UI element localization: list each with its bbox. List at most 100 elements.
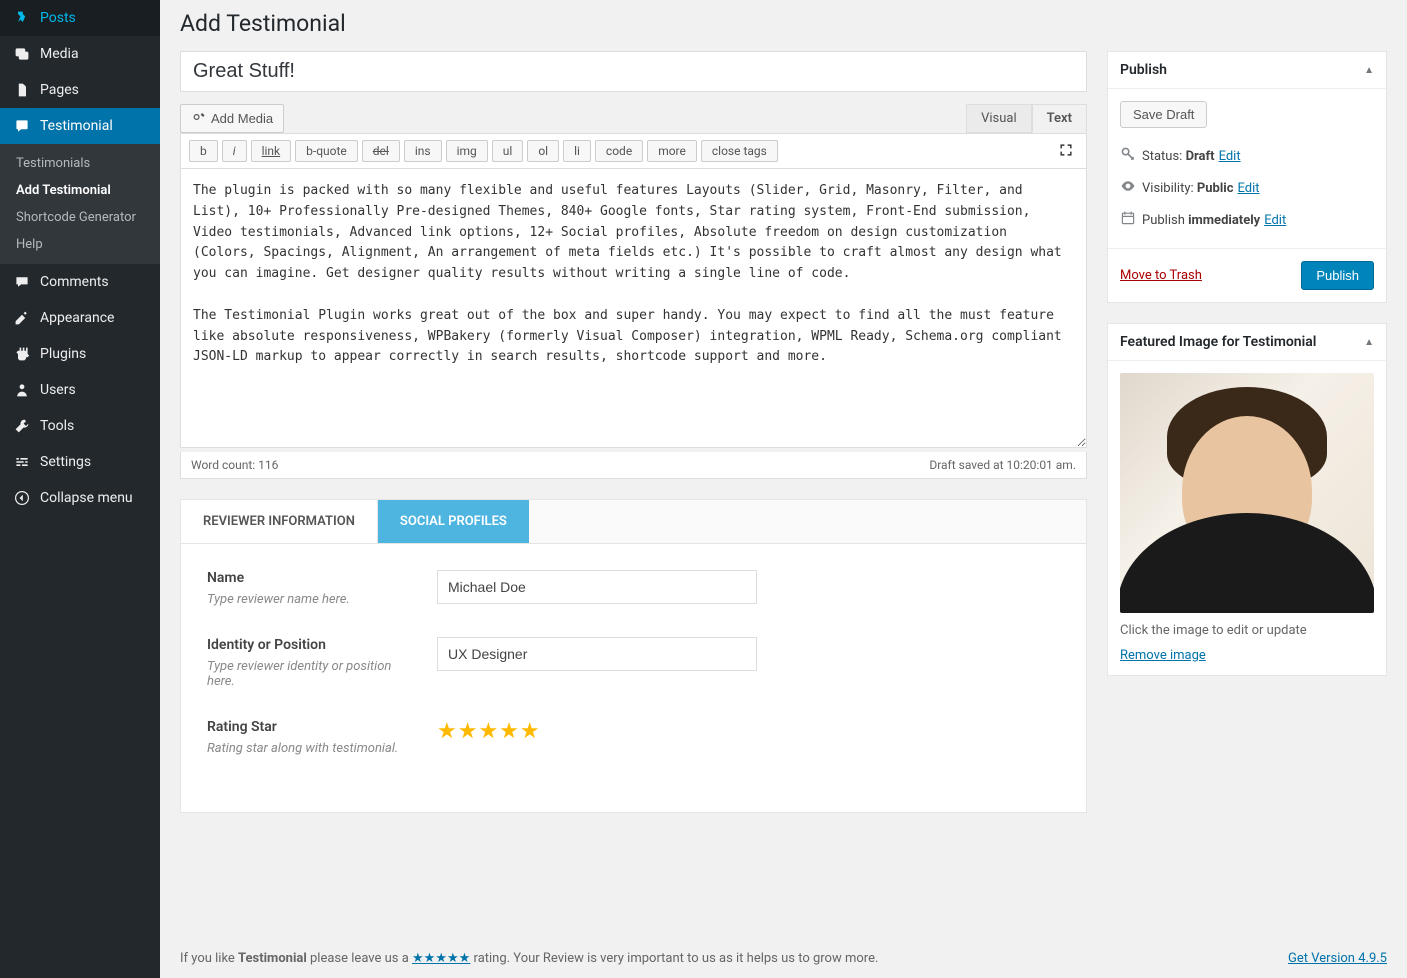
menu-pages[interactable]: Pages — [0, 72, 160, 108]
save-draft-button[interactable]: Save Draft — [1120, 101, 1207, 128]
admin-sidebar: Posts Media Pages Testimonial Testimonia… — [0, 0, 160, 978]
menu-label: Users — [40, 382, 76, 398]
footer-mid1: please leave us a — [307, 951, 412, 966]
qt-img[interactable]: img — [446, 140, 488, 162]
edit-status-link[interactable]: Edit — [1219, 149, 1241, 164]
qt-code[interactable]: code — [595, 140, 643, 162]
reviewer-name-input[interactable] — [437, 570, 757, 604]
settings-icon — [12, 452, 32, 472]
content-editor[interactable] — [180, 168, 1087, 448]
menu-label: Tools — [40, 418, 74, 434]
fullscreen-button[interactable] — [1054, 140, 1078, 164]
appearance-icon — [12, 308, 32, 328]
add-media-button[interactable]: Add Media — [180, 104, 284, 133]
reviewer-metabox: REVIEWER INFORMATION SOCIAL PROFILES Nam… — [180, 499, 1087, 813]
qt-close-tags[interactable]: close tags — [701, 140, 778, 162]
toggle-publish-box[interactable]: ▲ — [1364, 65, 1374, 76]
word-count: Word count: 116 — [191, 458, 278, 472]
menu-users[interactable]: Users — [0, 372, 160, 408]
schedule-label: Publish — [1142, 213, 1185, 228]
tab-social-profiles[interactable]: SOCIAL PROFILES — [378, 500, 529, 543]
menu-posts[interactable]: Posts — [0, 0, 160, 36]
edit-schedule-link[interactable]: Edit — [1264, 213, 1286, 228]
add-media-label: Add Media — [211, 111, 273, 126]
submenu-testimonials[interactable]: Testimonials — [0, 150, 160, 177]
remove-image-link[interactable]: Remove image — [1120, 648, 1206, 663]
identity-label: Identity or Position — [207, 637, 417, 653]
status-label: Status: — [1142, 149, 1182, 164]
menu-settings[interactable]: Settings — [0, 444, 160, 480]
menu-appearance[interactable]: Appearance — [0, 300, 160, 336]
featured-image[interactable] — [1120, 373, 1374, 613]
qt-ol[interactable]: ol — [527, 140, 559, 162]
media-icon — [12, 44, 32, 64]
qt-del[interactable]: del — [362, 140, 400, 162]
footer-mid2: rating. Your Review is very important to… — [470, 951, 878, 966]
featured-heading: Featured Image for Testimonial — [1120, 334, 1316, 350]
footer-note: If you like Testimonial please leave us … — [180, 951, 1387, 966]
submenu-help[interactable]: Help — [0, 231, 160, 258]
qt-li[interactable]: li — [563, 140, 591, 162]
rating-desc: Rating star along with testimonial. — [207, 741, 417, 756]
menu-label: Plugins — [40, 346, 86, 362]
submenu-add-testimonial[interactable]: Add Testimonial — [0, 177, 160, 204]
qt-bquote[interactable]: b-quote — [295, 140, 358, 162]
tools-icon — [12, 416, 32, 436]
menu-label: Pages — [40, 82, 79, 98]
move-to-trash-link[interactable]: Move to Trash — [1120, 268, 1202, 283]
menu-testimonial[interactable]: Testimonial — [0, 108, 160, 144]
qt-italic[interactable]: i — [222, 140, 247, 162]
key-icon — [1120, 146, 1140, 166]
qt-ul[interactable]: ul — [492, 140, 524, 162]
visibility-label: Visibility: — [1142, 181, 1194, 196]
testimonial-icon — [12, 116, 32, 136]
quicktags-toolbar: b i link b-quote del ins img ul ol li co… — [180, 133, 1087, 168]
footer-stars-link[interactable]: ★★★★★ — [412, 951, 470, 966]
calendar-icon — [1120, 210, 1140, 230]
pin-icon — [12, 8, 32, 28]
menu-label: Settings — [40, 454, 91, 470]
menu-plugins[interactable]: Plugins — [0, 336, 160, 372]
rating-stars[interactable]: ★★★★★ — [437, 719, 1060, 744]
menu-label: Posts — [40, 10, 76, 26]
main-content: Add Testimonial Add Media Visual Text b … — [160, 0, 1407, 978]
edit-visibility-link[interactable]: Edit — [1238, 181, 1260, 196]
qt-link[interactable]: link — [251, 140, 292, 162]
editor-tabs: Visual Text — [966, 104, 1087, 133]
tab-reviewer-info[interactable]: REVIEWER INFORMATION — [181, 500, 378, 543]
get-version-link[interactable]: Get Version 4.9.5 — [1288, 951, 1387, 966]
menu-collapse[interactable]: Collapse menu — [0, 480, 160, 516]
tab-visual[interactable]: Visual — [966, 104, 1032, 133]
reviewer-identity-input[interactable] — [437, 637, 757, 671]
save-status: Draft saved at 10:20:01 am. — [929, 458, 1076, 472]
tab-text[interactable]: Text — [1032, 104, 1087, 133]
qt-ins[interactable]: ins — [404, 140, 442, 162]
submenu-testimonial: Testimonials Add Testimonial Shortcode G… — [0, 144, 160, 264]
qt-more[interactable]: more — [647, 140, 697, 162]
publish-box: Publish ▲ Save Draft Status: Draft Edit V… — [1107, 51, 1387, 303]
fullscreen-icon — [1058, 142, 1074, 162]
featured-image-box: Featured Image for Testimonial ▲ Click t… — [1107, 323, 1387, 676]
plugin-icon — [12, 344, 32, 364]
page-icon — [12, 80, 32, 100]
page-title: Add Testimonial — [180, 10, 1387, 37]
qt-bold[interactable]: b — [189, 140, 218, 162]
status-value: Draft — [1186, 149, 1215, 164]
menu-comments[interactable]: Comments — [0, 264, 160, 300]
camera-icon — [191, 109, 207, 128]
menu-media[interactable]: Media — [0, 36, 160, 72]
avatar-body — [1120, 513, 1374, 613]
footer-prefix: If you like — [180, 951, 238, 966]
identity-desc: Type reviewer identity or position here. — [207, 659, 417, 689]
menu-label: Media — [40, 46, 79, 62]
toggle-featured-box[interactable]: ▲ — [1364, 337, 1374, 348]
publish-button[interactable]: Publish — [1301, 261, 1374, 290]
footer-product: Testimonial — [238, 951, 307, 966]
post-title-input[interactable] — [180, 51, 1087, 92]
name-label: Name — [207, 570, 417, 586]
name-desc: Type reviewer name here. — [207, 592, 417, 607]
menu-tools[interactable]: Tools — [0, 408, 160, 444]
comment-icon — [12, 272, 32, 292]
eye-icon — [1120, 178, 1140, 198]
submenu-shortcode-generator[interactable]: Shortcode Generator — [0, 204, 160, 231]
